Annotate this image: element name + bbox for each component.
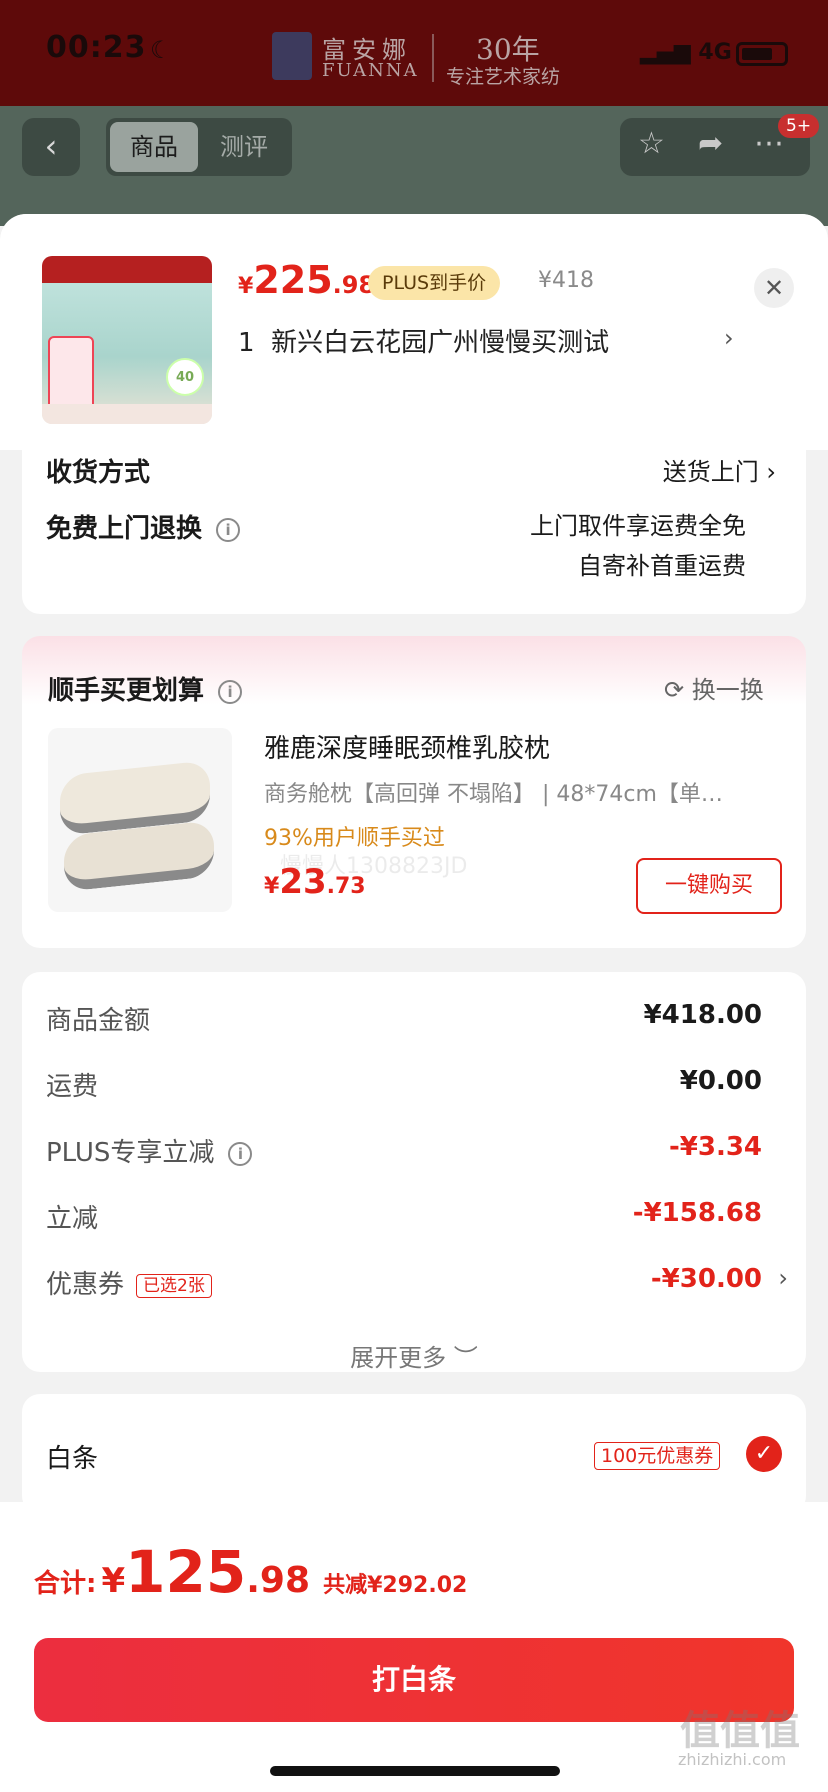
breakdown-row-shipping: 运费 ¥0.00 — [46, 1066, 762, 1106]
price-currency: ¥ — [238, 274, 254, 299]
payment-method-label: 白条 — [46, 1444, 99, 1474]
breakdown-value: ¥0.00 — [679, 1066, 762, 1096]
delivery-method-label: 收货方式 — [46, 458, 151, 488]
refresh-label: 换一换 — [691, 676, 764, 704]
breakdown-label-text: 优惠券 — [46, 1270, 125, 1300]
product-header: 40 ¥225.98 PLUS到手价 ¥418 ✕ 1 新兴白云花园广州慢慢买测… — [0, 214, 828, 450]
total-label: 合计: — [34, 1569, 97, 1599]
free-return-label: 免费上门退换 i — [46, 508, 241, 545]
breakdown-row-goods: 商品金额 ¥418.00 — [46, 1000, 762, 1040]
share-icon[interactable]: ➦ — [698, 126, 723, 161]
total-line: 合计: ¥125.98 共减¥292.02 — [34, 1538, 467, 1606]
delivery-method-text: 送货上门 — [662, 458, 759, 486]
breakdown-label-text: PLUS专享立减 — [46, 1138, 215, 1168]
breakdown-label: 运费 — [46, 1072, 99, 1102]
brand-name-en: FUANNA — [322, 60, 419, 81]
message-badge: 5+ — [778, 114, 820, 138]
recommend-price: ¥23.73 — [264, 862, 366, 902]
badge-40-graphic: 40 — [166, 358, 204, 396]
battery-icon — [736, 42, 788, 66]
address-text: 新兴白云花园广州慢慢买测试 — [271, 328, 610, 358]
price-decimal: .73 — [326, 874, 366, 899]
breakdown-value: ¥418.00 — [643, 1000, 762, 1030]
delivery-method-value[interactable]: 送货上门 › — [663, 452, 776, 487]
breakdown-row-coupon[interactable]: 优惠券 已选2张 -¥30.00 › — [46, 1264, 788, 1304]
info-icon[interactable]: i — [218, 679, 243, 704]
price-currency: ¥ — [264, 874, 280, 899]
close-button[interactable]: ✕ — [754, 268, 794, 308]
refresh-icon: ⟳ — [664, 676, 685, 704]
product-thumbnail: 40 — [42, 256, 212, 424]
brand-divider — [432, 34, 434, 82]
brand-logo — [272, 32, 312, 80]
total-currency: ¥ — [101, 1561, 126, 1601]
one-click-buy-button[interactable]: 一键购买 — [636, 858, 782, 914]
breakdown-label: 立减 — [46, 1204, 99, 1234]
price-breakdown-card: 商品金额 ¥418.00 运费 ¥0.00 PLUS专享立减 i -¥3.34 立… — [22, 972, 806, 1372]
breakdown-label: 商品金额 — [46, 1006, 151, 1036]
breakdown-row-plus: PLUS专享立减 i -¥3.34 — [46, 1132, 762, 1172]
checkout-bar: 合计: ¥125.98 共减¥292.02 打白条 值值值 zhizhizhi.… — [0, 1502, 828, 1792]
breakdown-value: -¥158.68 — [632, 1198, 762, 1228]
payment-coupon-tag: 100元优惠券 — [594, 1442, 721, 1470]
back-button[interactable]: ‹ — [22, 118, 80, 176]
payment-card: 白条 100元优惠券 ✓ — [22, 1394, 806, 1514]
info-icon[interactable]: i — [216, 517, 241, 542]
recommend-title: 顺手买更划算 i — [48, 670, 243, 707]
address-row[interactable]: 1 新兴白云花园广州慢慢买测试 — [238, 322, 609, 359]
signal-network: ▂▄▆ 4G — [640, 40, 732, 65]
status-time: 00:23 — [46, 30, 147, 65]
pillow-image[interactable] — [48, 728, 232, 912]
thumbnail-strip — [42, 404, 212, 424]
info-icon[interactable]: i — [228, 1141, 253, 1166]
tab-product[interactable]: 商品 — [110, 122, 198, 172]
price-integer: 23 — [279, 862, 327, 902]
tab-review[interactable]: 测评 — [200, 122, 288, 172]
site-watermark: 值值值 — [680, 1708, 800, 1754]
site-watermark-url: zhizhizhi.com — [678, 1750, 787, 1769]
breakdown-label: PLUS专享立减 i — [46, 1132, 253, 1169]
top-brand-banner: 00:23 ☾ 富安娜 FUANNA 30年 专注艺术家纺 ▂▄▆ 4G — [0, 0, 828, 106]
moon-icon: ☾ — [150, 36, 172, 64]
breakdown-value: -¥3.34 — [668, 1132, 762, 1162]
total-savings: 共减¥292.02 — [323, 1573, 468, 1598]
plus-price-badge: PLUS到手价 — [368, 266, 501, 300]
original-price: ¥418 — [538, 268, 594, 293]
recommend-product-name[interactable]: 雅鹿深度睡眠颈椎乳胶枕 — [264, 728, 550, 765]
checkmark-icon[interactable]: ✓ — [746, 1436, 782, 1472]
quantity: 1 — [238, 328, 255, 358]
coupon-selected-tag: 已选2张 — [136, 1273, 212, 1298]
product-price: ¥225.98 — [238, 258, 375, 304]
breakdown-value: -¥30.00 — [650, 1264, 762, 1294]
total-decimal: .98 — [246, 1560, 311, 1601]
refresh-button[interactable]: ⟳ 换一换 — [664, 670, 764, 705]
chevron-right-icon[interactable]: › — [724, 324, 734, 352]
free-return-line1: 上门取件享运费全免 — [530, 512, 746, 540]
total-integer: 125 — [125, 1538, 247, 1606]
star-icon[interactable]: ☆ — [638, 126, 665, 161]
free-return-text: 免费上门退换 — [46, 514, 203, 544]
expand-more-button[interactable]: 展开更多 ︶ — [22, 1338, 806, 1373]
recommend-card: 顺手买更划算 i ⟳ 换一换 雅鹿深度睡眠颈椎乳胶枕 商务舱枕【高回弹 不塌陷】 … — [22, 636, 806, 948]
network-label: 4G — [698, 40, 732, 65]
recommend-title-text: 顺手买更划算 — [48, 676, 205, 706]
product-tabs: 商品 测评 — [106, 118, 292, 176]
brand-slogan: 专注艺术家纺 — [446, 66, 561, 88]
recommend-product-spec: 商务舱枕【高回弹 不塌陷】 | 48*74cm【单… — [264, 782, 723, 807]
free-return-line2: 自寄补首重运费 — [578, 552, 746, 580]
chevron-right-icon[interactable]: › — [778, 1264, 788, 1292]
price-integer: 225 — [253, 258, 333, 302]
breakdown-label: 优惠券 已选2张 — [46, 1264, 212, 1301]
breakdown-row-discount: 立减 -¥158.68 — [46, 1198, 762, 1238]
checkout-sheet: 40 ¥225.98 PLUS到手价 ¥418 ✕ 1 新兴白云花园广州慢慢买测… — [0, 214, 828, 1792]
home-indicator — [270, 1766, 560, 1776]
